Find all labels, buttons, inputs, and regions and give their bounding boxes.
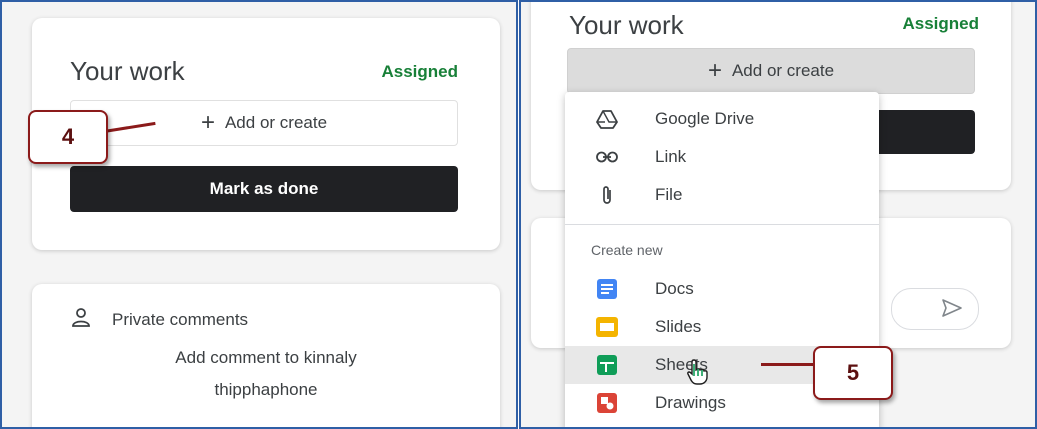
add-comment-line1: Add comment to kinnaly: [175, 348, 357, 367]
send-icon[interactable]: [940, 297, 964, 324]
google-drive-icon: [595, 107, 619, 131]
callout-step-5-label: 5: [846, 360, 860, 385]
menu-label-file: File: [655, 185, 683, 204]
menu-label-docs: Docs: [655, 279, 694, 298]
private-comments-header: Private comments: [70, 306, 248, 333]
private-comments-card: Private comments Add comment to kinnaly …: [32, 284, 500, 427]
menu-item-docs[interactable]: Docs: [565, 270, 879, 308]
menu-label-google-drive: Google Drive: [655, 109, 755, 128]
menu-divider: [565, 224, 879, 225]
add-or-create-label: Add or create: [224, 113, 328, 132]
add-or-create-button[interactable]: + Add or create: [70, 100, 458, 146]
status-badge: Assigned: [381, 62, 458, 81]
slides-icon: [595, 315, 619, 339]
mark-as-done-label: Mark as done: [209, 179, 319, 198]
comment-input[interactable]: [891, 288, 979, 330]
menu-item-link[interactable]: Link: [565, 138, 879, 176]
menu-item-slides[interactable]: Slides: [565, 308, 879, 346]
private-comments-label: Private comments: [112, 309, 249, 329]
add-comment-link[interactable]: Add comment to kinnaly thipphaphone: [32, 348, 500, 400]
link-icon: [595, 145, 619, 169]
callout-step-5: 5: [813, 346, 893, 400]
menu-label-slides: Slides: [655, 317, 702, 336]
mark-as-done-button[interactable]: Mark as done: [70, 166, 458, 212]
right-panel: Your work Assigned + Add or create Googl…: [519, 0, 1037, 429]
docs-icon: [595, 277, 619, 301]
sheets-icon: [595, 353, 619, 377]
menu-label-drawings: Drawings: [655, 393, 726, 412]
add-or-create-label-right: Add or create: [731, 61, 835, 80]
plus-icon: +: [200, 109, 215, 136]
callout-step-4-label: 4: [61, 124, 75, 149]
callout-5-pointer: [761, 363, 815, 366]
plus-icon-right: +: [707, 57, 722, 84]
add-comment-line2: thipphaphone: [214, 380, 318, 399]
drawings-icon: [595, 391, 619, 415]
paperclip-icon: [595, 183, 619, 207]
add-or-create-button-right[interactable]: + Add or create: [567, 48, 975, 94]
menu-item-file[interactable]: File: [565, 176, 879, 214]
person-icon: [70, 306, 92, 333]
callout-step-4: 4: [28, 110, 108, 164]
menu-item-google-drive[interactable]: Google Drive: [565, 100, 879, 138]
status-badge-right: Assigned: [902, 14, 979, 33]
your-work-title: Your work: [70, 56, 185, 86]
create-new-label: Create new: [591, 242, 663, 258]
menu-label-link: Link: [655, 147, 687, 166]
your-work-title-right: Your work: [569, 10, 684, 40]
left-panel: Your work Assigned + Add or create Mark …: [0, 0, 518, 429]
